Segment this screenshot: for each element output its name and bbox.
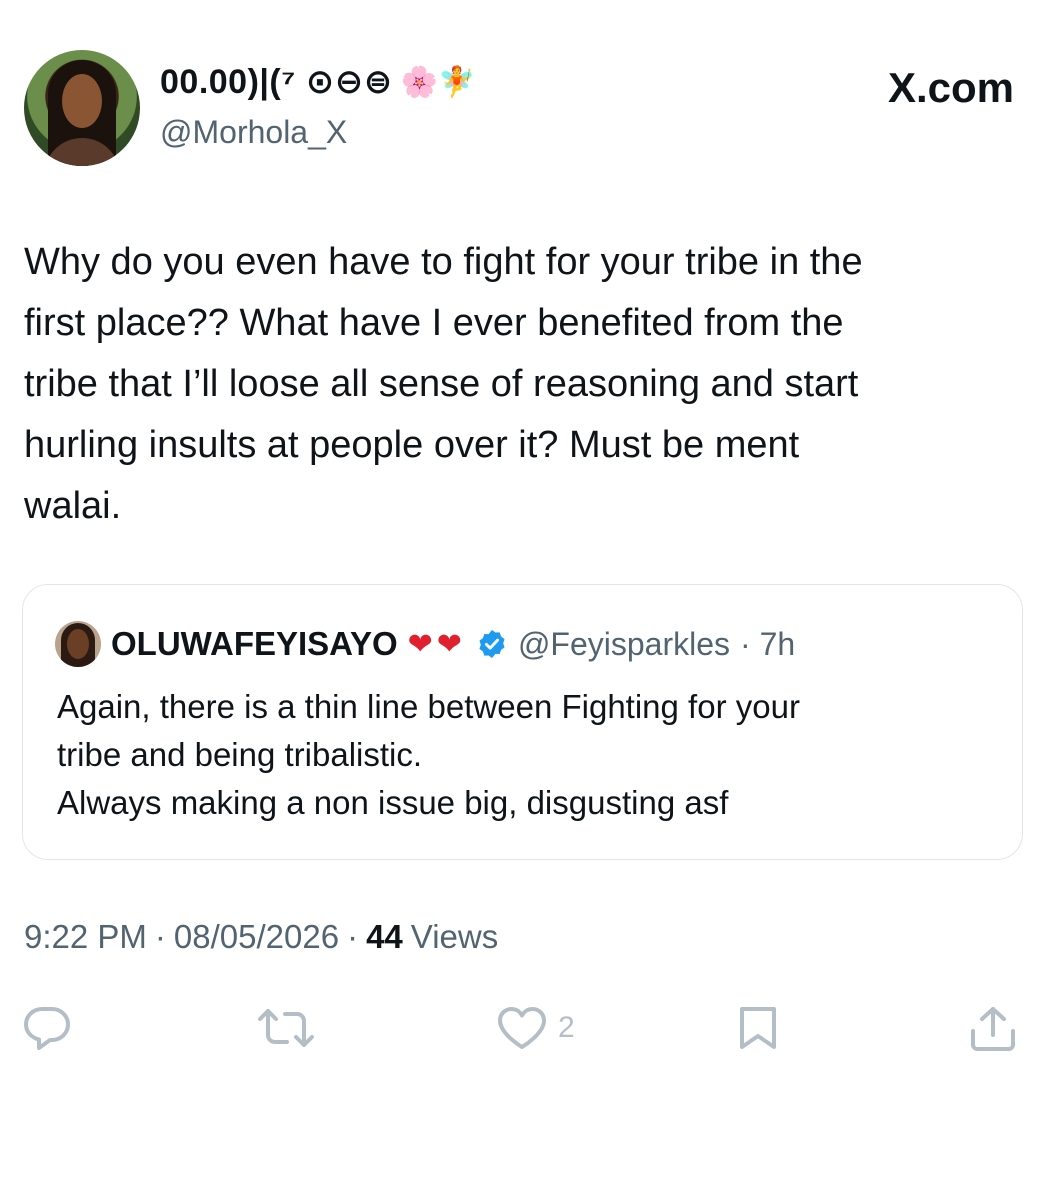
- brand-label: X.com: [887, 64, 1014, 111]
- repost-button[interactable]: [256, 1005, 316, 1051]
- author-name-emojis: 🌸🧚: [400, 65, 476, 99]
- quoted-author-name[interactable]: OLUWAFEYISAYO: [111, 625, 398, 663]
- action-bar: 2: [0, 1005, 1047, 1055]
- views-label: Views: [410, 918, 499, 955]
- author-display-name[interactable]: 00.00)|(⁷ ⊙⊖⊜: [160, 62, 393, 102]
- quoted-author-handle[interactable]: @Feyisparkles: [518, 626, 730, 663]
- meta-separator: ·: [347, 918, 359, 955]
- like-button[interactable]: 2: [496, 1005, 575, 1051]
- like-count: 2: [558, 1011, 575, 1044]
- tweet-time[interactable]: 9:22 PM: [24, 918, 147, 956]
- author-avatar[interactable]: [24, 50, 140, 166]
- bookmark-icon: [736, 1005, 780, 1051]
- quoted-tweet-text: Again, there is a thin line between Figh…: [57, 688, 800, 821]
- heart-icon: [496, 1005, 548, 1051]
- heart-emojis: ❤❤: [407, 627, 466, 661]
- reply-button[interactable]: [22, 1005, 72, 1051]
- quoted-author-avatar[interactable]: [55, 621, 101, 667]
- tweet-meta: 9:22 PM · 08/05/2026 · 44 Views: [24, 918, 498, 956]
- bookmark-button[interactable]: [736, 1005, 780, 1051]
- author-name-row[interactable]: 00.00)|(⁷ ⊙⊖⊜ 🌸🧚: [160, 62, 475, 102]
- quoted-tweet-header: OLUWAFEYISAYO ❤❤ @Feyisparkles · 7h: [55, 621, 795, 667]
- tweet-header: 00.00)|(⁷ ⊙⊖⊜ 🌸🧚 @Morhola_X X.com: [24, 50, 1014, 170]
- tweet-text: Why do you even have to fight for your t…: [24, 241, 863, 527]
- quoted-timestamp: · 7h: [740, 625, 796, 662]
- author-handle[interactable]: @Morhola_X: [160, 114, 347, 151]
- verified-badge-icon: [476, 628, 508, 660]
- repost-icon: [256, 1005, 316, 1051]
- quoted-tweet[interactable]: OLUWAFEYISAYO ❤❤ @Feyisparkles · 7h Agai…: [22, 584, 1023, 860]
- share-icon: [968, 1005, 1018, 1053]
- tweet-date[interactable]: 08/05/2026: [174, 918, 339, 956]
- meta-separator: ·: [154, 918, 166, 955]
- reply-icon: [22, 1005, 72, 1051]
- share-button[interactable]: [968, 1005, 1018, 1053]
- views-count: 44: [366, 918, 403, 955]
